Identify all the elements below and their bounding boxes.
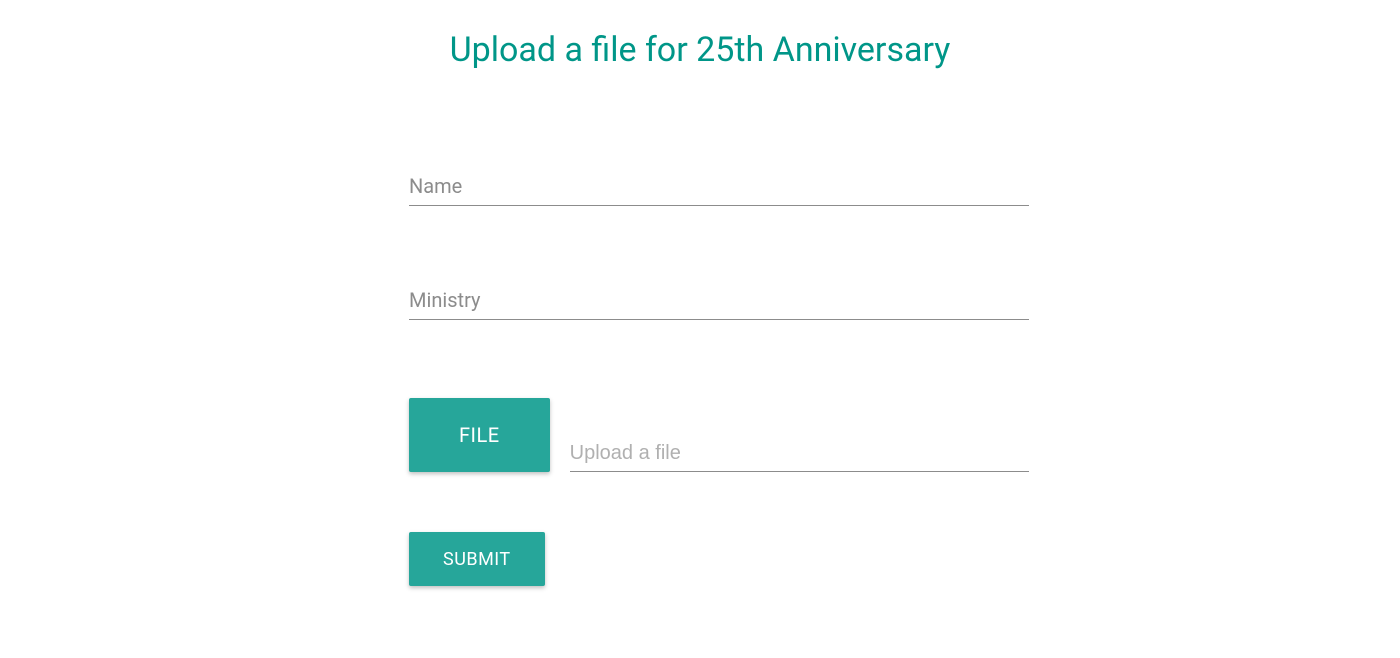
name-field: Name <box>409 170 1029 206</box>
ministry-field: Ministry <box>409 284 1029 320</box>
page-title: Upload a file for 25th Anniversary <box>0 30 1400 70</box>
file-field: FILE <box>409 398 1029 472</box>
ministry-input[interactable] <box>409 284 1029 320</box>
file-button[interactable]: FILE <box>409 398 550 472</box>
file-path-input[interactable] <box>570 436 1029 472</box>
submit-row: SUBMIT <box>409 532 1029 586</box>
submit-button[interactable]: SUBMIT <box>409 532 545 586</box>
name-input[interactable] <box>409 170 1029 206</box>
upload-form-page: Upload a file for 25th Anniversary Name … <box>0 0 1400 586</box>
upload-form: Name Ministry FILE SUBMIT <box>409 170 1029 586</box>
